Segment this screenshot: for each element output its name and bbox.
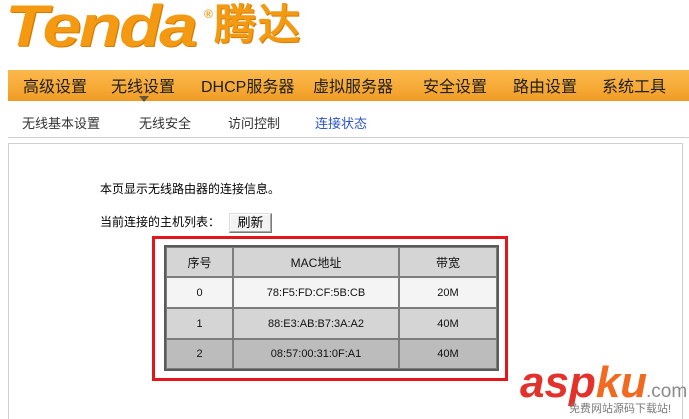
column-header-bandwidth: 带宽 <box>399 247 497 277</box>
table-header-row: 序号 MAC地址 带宽 <box>166 247 497 277</box>
table-row: 0 78:F5:FD:CF:5B:CB 20M <box>166 277 497 308</box>
subnav-item-wireless-security[interactable]: 无线安全 <box>139 116 191 132</box>
column-header-index: 序号 <box>166 247 233 277</box>
triangle-down-icon <box>139 96 149 102</box>
router-admin-page: Tenda ® 腾达 高级设置 无线设置 DHCP服务器 虚拟服务器 安全设置 … <box>0 0 689 419</box>
tenda-logo: Tenda ® 腾达 <box>0 0 310 60</box>
subnav-item-connection-status[interactable]: 连接状态 <box>315 116 367 132</box>
content-panel: 本页显示无线路由器的连接信息。 当前连接的主机列表： 刷新 序号 MAC地址 带… <box>8 143 683 419</box>
host-list-label: 当前连接的主机列表： <box>100 215 221 229</box>
main-nav: 高级设置 无线设置 DHCP服务器 虚拟服务器 安全设置 路由设置 系统工具 <box>8 70 689 103</box>
cell-bandwidth: 40M <box>399 308 497 339</box>
refresh-button[interactable]: 刷新 <box>229 213 272 233</box>
subnav-item-access-control[interactable]: 访问控制 <box>228 116 280 132</box>
logo-chinese-wordmark: 腾达 <box>214 1 303 48</box>
column-header-mac: MAC地址 <box>233 247 399 277</box>
cell-mac: 08:57:00:31:0F:A1 <box>233 339 399 369</box>
cell-mac: 88:E3:AB:B7:3A:A2 <box>233 308 399 339</box>
cell-index: 2 <box>166 339 233 369</box>
nav-item-dhcp-server[interactable]: DHCP服务器 <box>201 73 294 103</box>
cell-mac: 78:F5:FD:CF:5B:CB <box>233 277 399 308</box>
cell-bandwidth: 40M <box>399 339 497 369</box>
nav-item-routing[interactable]: 路由设置 <box>513 73 577 103</box>
cell-index: 1 <box>166 308 233 339</box>
nav-item-system-tools[interactable]: 系统工具 <box>602 73 666 103</box>
logo-wordmark: Tenda <box>5 0 198 59</box>
nav-item-virtual-server[interactable]: 虚拟服务器 <box>313 73 393 103</box>
registered-mark: ® <box>204 7 213 21</box>
table-row: 2 08:57:00:31:0F:A1 40M <box>166 339 497 369</box>
highlight-box: 序号 MAC地址 带宽 0 78:F5:FD:CF:5B:CB 20M 1 88… <box>152 236 508 381</box>
connected-hosts-table: 序号 MAC地址 带宽 0 78:F5:FD:CF:5B:CB 20M 1 88… <box>164 245 499 371</box>
table-row: 1 88:E3:AB:B7:3A:A2 40M <box>166 308 497 339</box>
cell-index: 0 <box>166 277 233 308</box>
nav-item-security[interactable]: 安全设置 <box>423 73 487 103</box>
cell-bandwidth: 20M <box>399 277 497 308</box>
sub-nav: 无线基本设置 无线安全 访问控制 连接状态 <box>8 104 689 138</box>
page-description: 本页显示无线路由器的连接信息。 <box>100 182 281 196</box>
subnav-item-wireless-basic[interactable]: 无线基本设置 <box>22 116 100 132</box>
nav-item-advanced[interactable]: 高级设置 <box>23 73 87 103</box>
